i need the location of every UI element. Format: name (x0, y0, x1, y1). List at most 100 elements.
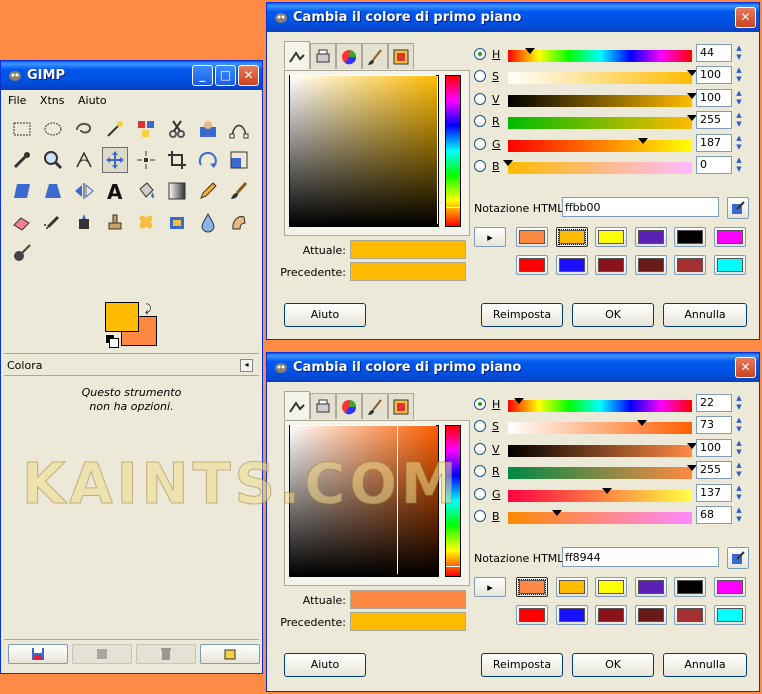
history-swatch-2[interactable] (555, 227, 588, 247)
tab-watercolor[interactable] (362, 393, 388, 419)
history-swatch-11[interactable] (674, 605, 706, 625)
history-swatch-5[interactable] (674, 227, 706, 247)
tab-cmyk[interactable] (310, 43, 336, 69)
channel-value-h[interactable]: 22 (696, 394, 732, 412)
channel-slider-v[interactable] (508, 442, 697, 457)
tab-palette[interactable] (388, 393, 414, 419)
history-swatch-10[interactable] (634, 605, 667, 625)
delete-options-button[interactable] (136, 644, 196, 664)
tool-button-scale[interactable] (226, 147, 252, 173)
history-swatch-8[interactable] (555, 605, 588, 625)
channel-spin-arrows[interactable]: ▲ ▼ (734, 134, 744, 152)
history-swatch-9[interactable] (595, 255, 627, 275)
history-swatch-10[interactable] (634, 255, 667, 275)
spin-up-icon[interactable]: ▲ (734, 66, 744, 75)
tool-button-airbrush[interactable] (40, 209, 66, 235)
tool-button-align[interactable] (133, 147, 159, 173)
history-swatch-3[interactable] (595, 227, 627, 247)
history-swatch-7[interactable] (516, 605, 548, 625)
channel-radio-g[interactable] (474, 137, 486, 150)
spin-down-icon[interactable]: ▼ (734, 165, 744, 174)
channel-radio-v[interactable] (474, 92, 486, 105)
ok-button[interactable]: OK (572, 303, 654, 327)
channel-slider-h[interactable] (508, 48, 692, 62)
spin-up-icon[interactable]: ▲ (734, 416, 744, 425)
channel-slider-s[interactable] (508, 70, 697, 85)
channel-slider-v[interactable] (508, 92, 697, 107)
spin-up-icon[interactable]: ▲ (734, 111, 744, 120)
spin-down-icon[interactable]: ▼ (734, 53, 744, 62)
spin-down-icon[interactable]: ▼ (734, 493, 744, 502)
channel-radio-s[interactable] (474, 70, 486, 83)
add-to-history-button[interactable]: ▸ (474, 577, 506, 597)
channel-spin-arrows[interactable]: ▲ ▼ (734, 484, 744, 502)
tool-button-color-picker[interactable] (9, 147, 35, 173)
spin-up-icon[interactable]: ▲ (734, 394, 744, 403)
channel-slider-g[interactable] (508, 137, 692, 152)
close-button[interactable]: ✕ (238, 65, 259, 86)
channel-radio-b[interactable] (474, 510, 486, 522)
help-button[interactable]: Aiuto (284, 653, 366, 677)
channel-spin-arrows[interactable]: ▲ ▼ (734, 506, 744, 524)
reset-options-button[interactable] (200, 644, 260, 664)
tool-button-perspective-clone[interactable] (164, 209, 190, 235)
history-swatch-6[interactable] (713, 577, 746, 597)
slider-marker[interactable] (503, 160, 513, 166)
spin-down-icon[interactable]: ▼ (734, 143, 744, 152)
spin-down-icon[interactable]: ▼ (734, 75, 744, 84)
html-notation-input[interactable] (562, 547, 719, 567)
tool-button-pencil[interactable] (195, 178, 221, 204)
channel-slider-b[interactable] (503, 160, 692, 174)
channel-slider-h[interactable] (508, 398, 692, 412)
slider-marker[interactable] (514, 398, 524, 404)
channel-spin-arrows[interactable]: ▲ ▼ (734, 439, 744, 457)
history-swatch-2[interactable] (555, 577, 588, 597)
history-swatch-7[interactable] (516, 255, 548, 275)
tool-button-paths[interactable] (226, 116, 252, 142)
channel-radio-r[interactable] (474, 465, 486, 478)
tab-gimp-selector[interactable] (284, 41, 310, 69)
tool-button-rotate[interactable] (195, 147, 221, 173)
history-swatch-4[interactable] (634, 227, 667, 247)
channel-slider-g[interactable] (508, 487, 692, 502)
tab-watercolor[interactable] (362, 43, 388, 69)
toolbox-titlebar[interactable]: GIMP _ □ ✕ (1, 61, 262, 90)
screen-picker-button[interactable] (727, 197, 749, 219)
history-swatch-11[interactable] (674, 255, 706, 275)
tool-button-foreground-select[interactable] (195, 116, 221, 142)
tab-gimp-selector[interactable] (284, 391, 310, 419)
maximize-button[interactable]: □ (215, 65, 236, 86)
tool-button-flip[interactable] (71, 178, 97, 204)
slider-marker[interactable] (637, 420, 647, 427)
tool-button-ellipse-select[interactable] (40, 116, 66, 142)
slider-marker[interactable] (638, 137, 648, 144)
spin-up-icon[interactable]: ▲ (734, 461, 744, 470)
channel-radio-v[interactable] (474, 442, 486, 455)
tab-cmyk[interactable] (310, 393, 336, 419)
spin-down-icon[interactable]: ▼ (734, 98, 744, 107)
channel-spin-arrows[interactable]: ▲ ▼ (734, 44, 744, 62)
dialog-titlebar[interactable]: Cambia il colore di primo piano ✕ (267, 3, 759, 32)
spin-up-icon[interactable]: ▲ (734, 156, 744, 165)
history-swatch-1[interactable] (516, 577, 548, 597)
tool-button-dodge-burn[interactable] (9, 240, 35, 266)
spin-up-icon[interactable]: ▲ (734, 506, 744, 515)
history-swatch-3[interactable] (595, 577, 627, 597)
spin-down-icon[interactable]: ▼ (734, 515, 744, 524)
tool-button-zoom[interactable] (40, 147, 66, 173)
slider-marker[interactable] (525, 48, 535, 54)
channel-radio-b[interactable] (474, 160, 486, 172)
tool-button-fuzzy-select[interactable] (102, 116, 128, 142)
menu-xtns[interactable]: Xtns (40, 94, 65, 107)
channel-slider-b[interactable] (508, 510, 692, 524)
foreground-color-swatch[interactable] (105, 302, 139, 332)
channel-value-g[interactable]: 137 (696, 483, 732, 502)
tool-button-crop[interactable] (164, 147, 190, 173)
channel-spin-arrows[interactable]: ▲ ▼ (734, 111, 744, 129)
channel-slider-r[interactable] (508, 465, 697, 480)
channel-value-b[interactable]: 0 (696, 156, 732, 174)
history-swatch-5[interactable] (674, 577, 706, 597)
slider-marker[interactable] (552, 510, 562, 516)
tool-button-scissors[interactable] (164, 116, 190, 142)
channel-value-v[interactable]: 100 (696, 438, 732, 457)
